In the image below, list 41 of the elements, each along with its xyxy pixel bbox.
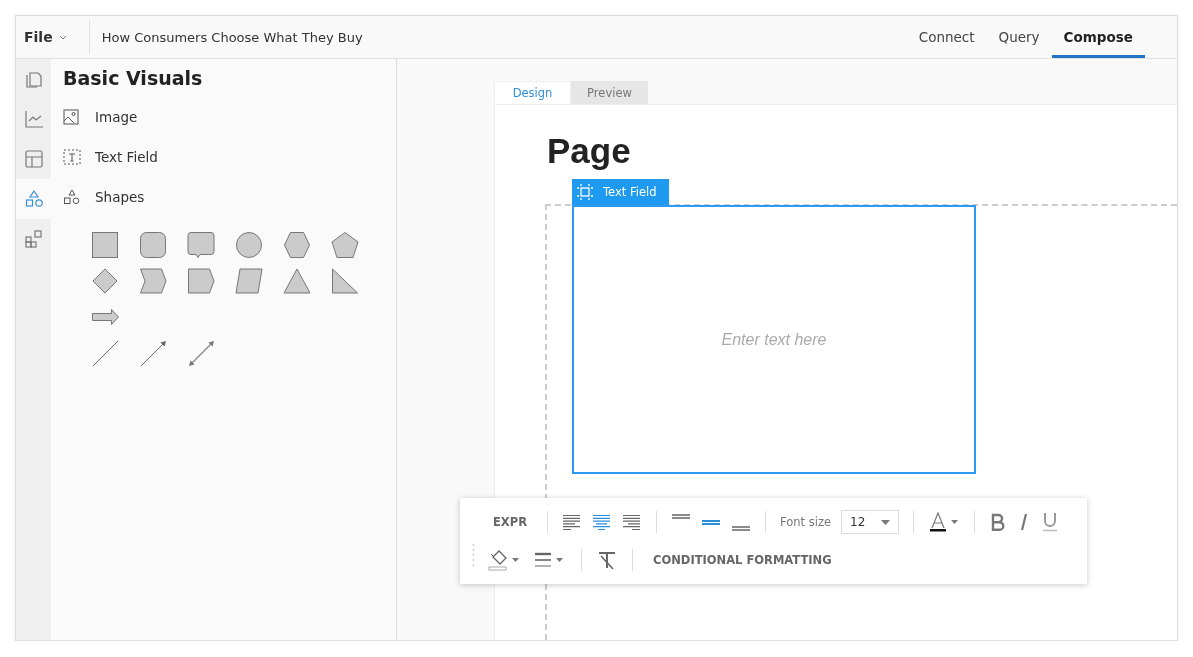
align-left-button[interactable] <box>562 513 582 531</box>
nav-tab[interactable]: Query <box>986 16 1052 58</box>
canvas-tab[interactable]: Preview <box>571 81 648 104</box>
drag-handle-icon[interactable] <box>472 543 475 567</box>
text-field-label: Text Field <box>572 179 669 205</box>
double-line-icon <box>732 525 750 531</box>
font-color-button[interactable] <box>928 512 960 532</box>
toolbar-button[interactable]: EXPR <box>487 515 533 529</box>
pages-icon <box>23 69 44 89</box>
panel-title: Basic Visuals <box>63 67 204 89</box>
table-icon <box>23 149 44 169</box>
panel-item[interactable]: Shapes <box>63 177 384 217</box>
align-center-button[interactable] <box>592 513 612 531</box>
double-line-icon <box>702 519 720 525</box>
bold-button[interactable] <box>989 513 1007 531</box>
document-title: How Consumers Choose What They Buy <box>100 29 364 45</box>
clear-format-button[interactable] <box>596 550 618 570</box>
underline-button[interactable] <box>1041 512 1059 532</box>
caret-icon <box>881 519 890 525</box>
font-size-select[interactable]: 12 <box>841 510 899 534</box>
font-size-label: Font size <box>780 515 831 529</box>
widgets-icon <box>23 229 44 249</box>
parallelogram-icon[interactable] <box>232 265 266 297</box>
move-handle-icon[interactable] <box>576 183 594 201</box>
panel-item[interactable]: Image <box>63 97 384 137</box>
toolbar-button[interactable]: CONDITIONAL FORMATTING <box>647 553 838 567</box>
nav-tab[interactable]: Connect <box>906 16 987 58</box>
pentagon-icon[interactable] <box>328 229 362 261</box>
file-menu[interactable]: File <box>16 20 90 54</box>
page-title: Page <box>547 131 632 171</box>
line-chart-icon <box>23 109 44 129</box>
align-right-button[interactable] <box>622 513 642 531</box>
panel-item[interactable]: Text Field <box>63 137 384 177</box>
caret-icon <box>58 35 67 40</box>
double-line-icon <box>672 513 690 519</box>
speech-bubble-icon[interactable] <box>184 229 218 261</box>
canvas-tab[interactable]: Design <box>494 81 571 104</box>
shapes-icon <box>63 189 81 205</box>
image-icon <box>63 109 81 125</box>
shapes-icon <box>23 189 44 209</box>
text-field-icon <box>63 149 81 165</box>
